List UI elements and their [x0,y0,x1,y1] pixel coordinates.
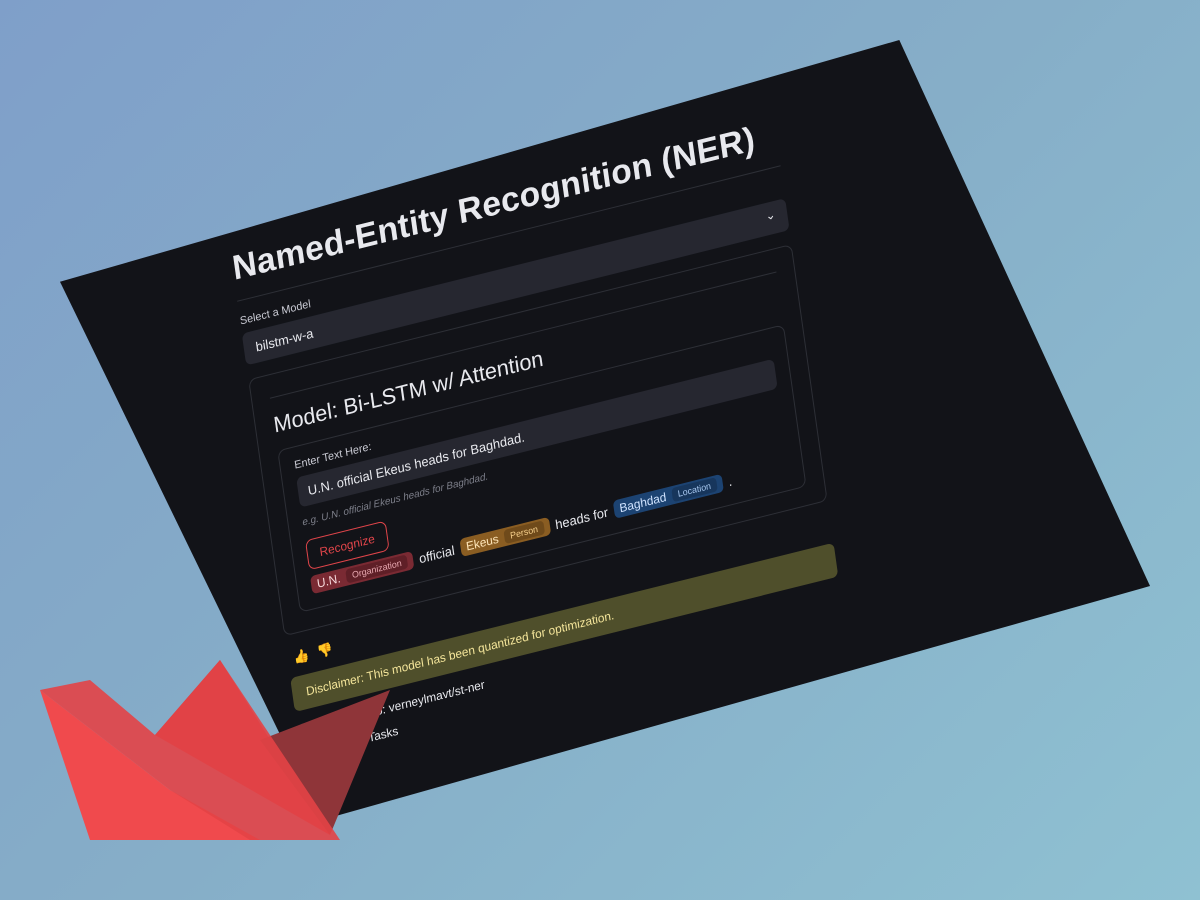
thumbs-up-icon[interactable]: 👍 [292,647,310,667]
github-icon [296,722,311,737]
token-text: . [727,472,733,489]
crown-icon: ♛ [299,745,313,762]
thumbs-down-icon[interactable]: 👎 [316,641,334,661]
token-text: heads for [554,503,609,532]
model-select-value: bilstm-w-a [254,324,315,355]
entity-label-person: Person [503,520,545,545]
token-text: official [417,542,456,566]
entity-label-location: Location [671,477,718,503]
chevron-down-icon: ⌄ [764,207,777,224]
logo-left [40,690,260,840]
